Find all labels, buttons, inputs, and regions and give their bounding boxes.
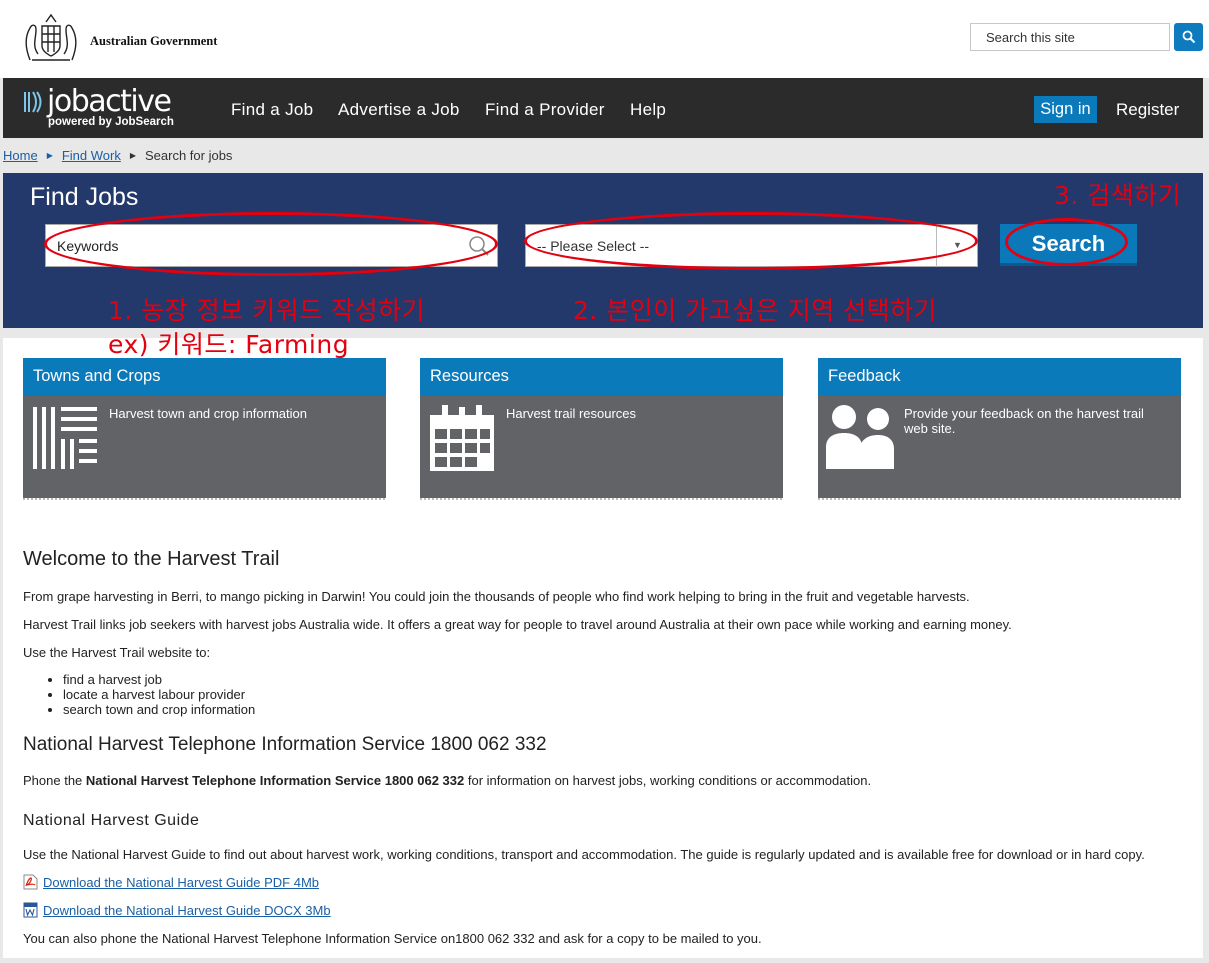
- guide-heading: National Harvest Guide: [23, 812, 200, 829]
- annotation-step3: 3. 검색하기: [1054, 181, 1182, 210]
- site-search-input[interactable]: Search this site: [970, 23, 1170, 51]
- towns-crops-icon: [33, 407, 97, 469]
- list-item: find a harvest job: [63, 672, 255, 687]
- annotation-step1: 1. 농장 정보 키워드 작성하기: [108, 296, 426, 325]
- docx-download: Download the National Harvest Guide DOCX…: [23, 902, 331, 918]
- site-search-button[interactable]: [1174, 23, 1203, 51]
- word-file-icon: [23, 902, 38, 918]
- breadcrumb-separator-icon: ▶: [46, 151, 53, 160]
- welcome-paragraph-3: Use the Harvest Trail website to:: [23, 645, 211, 660]
- phone-paragraph: Phone the National Harvest Telephone Inf…: [23, 773, 872, 788]
- pdf-file-icon: [23, 874, 38, 890]
- main-navbar: jobactive powered by JobSearch Find a Jo…: [3, 78, 1203, 138]
- annotation-location-ring: [524, 212, 978, 270]
- breadcrumb: Home ▶ Find Work ▶ Search for jobs: [3, 148, 232, 163]
- brand-name: jobactive: [47, 84, 172, 119]
- welcome-heading: Welcome to the Harvest Trail: [23, 548, 280, 570]
- find-jobs-title: Find Jobs: [30, 183, 139, 211]
- welcome-paragraph-1: From grape harvesting in Berri, to mango…: [23, 589, 970, 604]
- tile-title: Resources: [420, 358, 783, 396]
- brand-tagline: powered by JobSearch: [48, 116, 174, 128]
- nav-advertise-a-job[interactable]: Advertise a Job: [338, 100, 460, 120]
- list-item: search town and crop information: [63, 702, 255, 717]
- pdf-download: Download the National Harvest Guide PDF …: [23, 874, 319, 890]
- docx-download-link[interactable]: Download the National Harvest Guide DOCX…: [43, 903, 331, 918]
- tile-description: Provide your feedback on the harvest tra…: [904, 406, 1144, 436]
- guide-footer-paragraph: You can also phone the National Harvest …: [23, 931, 762, 946]
- search-icon: [1182, 30, 1195, 44]
- nav-find-a-provider[interactable]: Find a Provider: [485, 100, 605, 120]
- guide-paragraph: Use the National Harvest Guide to find o…: [23, 847, 1145, 862]
- tile-feedback[interactable]: Feedback Provide your feedback on the ha…: [818, 358, 1181, 500]
- phone-service-bold: National Harvest Telephone Information S…: [85, 773, 465, 788]
- breadcrumb-home[interactable]: Home: [3, 148, 38, 163]
- logo-mark-icon: [24, 91, 42, 113]
- tile-description: Harvest town and crop information: [109, 406, 307, 421]
- gov-header: Australian Government Search this site: [0, 0, 1209, 78]
- annotation-step1-example: ex) 키워드: Farming: [108, 330, 350, 359]
- calendar-icon: [430, 405, 494, 471]
- main-content: Towns and Crops Harvest town and crop in…: [3, 338, 1203, 958]
- nav-find-a-job[interactable]: Find a Job: [231, 100, 313, 120]
- coat-of-arms-icon: [25, 13, 77, 61]
- breadcrumb-current: Search for jobs: [145, 148, 233, 163]
- sign-in-button[interactable]: Sign in: [1034, 96, 1097, 123]
- pdf-download-link[interactable]: Download the National Harvest Guide PDF …: [43, 875, 319, 890]
- people-icon: [826, 405, 894, 469]
- phone-heading: National Harvest Telephone Information S…: [23, 734, 547, 755]
- nav-help[interactable]: Help: [630, 100, 666, 120]
- tile-towns-and-crops[interactable]: Towns and Crops Harvest town and crop in…: [23, 358, 386, 500]
- tile-resources[interactable]: Resources Harvest trail resources: [420, 358, 783, 500]
- annotation-search-ring: [1005, 218, 1128, 266]
- tile-title: Towns and Crops: [23, 358, 386, 396]
- tile-description: Harvest trail resources: [506, 406, 637, 421]
- breadcrumb-find-work[interactable]: Find Work: [62, 148, 121, 163]
- uses-list: find a harvest job locate a harvest labo…: [43, 672, 255, 717]
- list-item: locate a harvest labour provider: [63, 687, 255, 702]
- tile-title: Feedback: [818, 358, 1181, 396]
- breadcrumb-separator-icon: ▶: [129, 151, 136, 160]
- annotation-step2: 2. 본인이 가고싶은 지역 선택하기: [573, 296, 938, 325]
- gov-name: Australian Government: [90, 34, 218, 48]
- welcome-paragraph-2: Harvest Trail links job seekers with har…: [23, 617, 1012, 632]
- jobactive-logo[interactable]: jobactive powered by JobSearch: [23, 84, 183, 130]
- annotation-keywords-ring: [44, 212, 498, 276]
- register-link[interactable]: Register: [1116, 100, 1179, 120]
